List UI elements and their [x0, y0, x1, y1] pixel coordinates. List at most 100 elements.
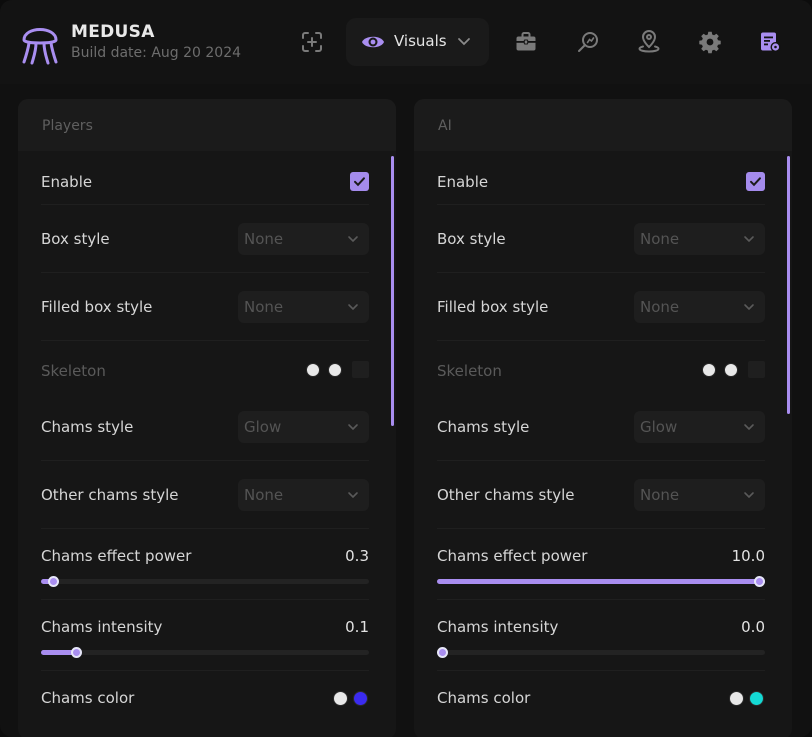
chams-color-picker[interactable] [729, 691, 744, 706]
filled-box-style-select[interactable]: None [634, 291, 765, 323]
config-list-icon[interactable] [755, 27, 785, 57]
chams-style-select[interactable]: Glow [238, 411, 369, 443]
build-date: Build date: Aug 20 2024 [71, 45, 242, 61]
chevron-down-icon [458, 38, 470, 46]
enable-row: Enable [41, 171, 369, 201]
chams-effect-power-value: 0.3 [345, 547, 369, 565]
divider [41, 670, 369, 671]
gear-icon[interactable] [695, 27, 725, 57]
enable-label: Enable [437, 173, 489, 191]
slider-handle[interactable] [754, 576, 765, 587]
divider [437, 670, 765, 671]
ai-panel: AI Enable Box style None Filled box styl… [414, 99, 792, 737]
other-chams-style-select[interactable]: None [634, 479, 765, 511]
chams-intensity-slider[interactable] [437, 647, 765, 658]
chams-effect-power-row: Chams effect power 10.0 [437, 545, 765, 587]
skeleton-color-picker[interactable] [702, 363, 716, 377]
panel-title: Players [42, 118, 93, 134]
chams-effect-power-value: 10.0 [731, 547, 765, 565]
divider [437, 460, 765, 461]
box-style-label: Box style [437, 230, 506, 248]
visuals-tab-dropdown[interactable]: Visuals [346, 18, 489, 66]
radar-search-icon[interactable] [573, 27, 603, 57]
chams-occluded-color-picker[interactable] [749, 691, 764, 706]
scrollbar[interactable] [391, 156, 394, 426]
enable-checkbox[interactable] [350, 172, 369, 191]
other-chams-style-value: None [244, 486, 284, 504]
filled-box-style-label: Filled box style [437, 298, 549, 316]
skeleton-occluded-color-picker[interactable] [328, 363, 342, 377]
chams-effect-power-slider[interactable] [437, 576, 765, 587]
filled-box-style-label: Filled box style [41, 298, 153, 316]
chams-occluded-color-picker[interactable] [353, 691, 368, 706]
divider [41, 204, 369, 205]
skeleton-row: Skeleton [41, 359, 369, 383]
skeleton-toggle[interactable] [352, 361, 369, 378]
scrollbar[interactable] [787, 156, 790, 414]
divider [437, 272, 765, 273]
divider [437, 599, 765, 600]
panel-header: AI [414, 99, 792, 151]
chams-intensity-label: Chams intensity [437, 618, 559, 636]
divider [41, 340, 369, 341]
briefcase-icon[interactable] [511, 27, 541, 57]
box-style-select[interactable]: None [238, 223, 369, 255]
chams-effect-power-slider[interactable] [41, 576, 369, 587]
chams-intensity-row: Chams intensity 0.0 [437, 616, 765, 658]
skeleton-toggle[interactable] [748, 361, 765, 378]
enable-label: Enable [41, 173, 93, 191]
enable-checkbox[interactable] [746, 172, 765, 191]
chevron-down-icon [348, 304, 358, 311]
other-chams-style-label: Other chams style [437, 486, 575, 504]
divider [437, 204, 765, 205]
skeleton-row: Skeleton [437, 359, 765, 383]
chevron-down-icon [744, 424, 754, 431]
chams-style-label: Chams style [437, 418, 530, 436]
chams-color-row: Chams color [41, 689, 369, 713]
skeleton-label: Skeleton [41, 362, 106, 380]
box-style-value: None [244, 230, 284, 248]
filled-box-style-value: None [244, 298, 284, 316]
box-style-select[interactable]: None [634, 223, 765, 255]
filled-box-style-row: Filled box style None [41, 291, 369, 323]
panel-title: AI [438, 118, 452, 134]
divider [41, 460, 369, 461]
chams-style-row: Chams style Glow [437, 411, 765, 443]
map-pin-icon[interactable] [634, 27, 664, 57]
chams-intensity-value: 0.0 [741, 618, 765, 636]
chams-style-label: Chams style [41, 418, 134, 436]
chams-color-row: Chams color [437, 689, 765, 713]
chams-color-label: Chams color [41, 689, 135, 707]
chams-intensity-slider[interactable] [41, 647, 369, 658]
skeleton-label: Skeleton [437, 362, 502, 380]
skeleton-color-picker[interactable] [306, 363, 320, 377]
add-target-icon[interactable] [297, 27, 327, 57]
other-chams-style-row: Other chams style None [41, 479, 369, 511]
box-style-row: Box style None [41, 223, 369, 255]
divider [41, 528, 369, 529]
visuals-tab-label: Visuals [394, 32, 447, 50]
divider [437, 340, 765, 341]
chams-effect-power-label: Chams effect power [41, 547, 192, 565]
app-window: MEDUSA Build date: Aug 20 2024 Visuals P… [0, 0, 812, 737]
chevron-down-icon [744, 492, 754, 499]
divider [41, 599, 369, 600]
chams-color-picker[interactable] [333, 691, 348, 706]
chams-intensity-label: Chams intensity [41, 618, 163, 636]
chevron-down-icon [348, 424, 358, 431]
chams-style-select[interactable]: Glow [634, 411, 765, 443]
chams-effect-power-row: Chams effect power 0.3 [41, 545, 369, 587]
slider-handle[interactable] [437, 647, 448, 658]
box-style-label: Box style [41, 230, 110, 248]
skeleton-occluded-color-picker[interactable] [724, 363, 738, 377]
players-panel: Players Enable Box style None Filled box… [18, 99, 396, 737]
header-bar: MEDUSA Build date: Aug 20 2024 Visuals [0, 0, 812, 84]
other-chams-style-select[interactable]: None [238, 479, 369, 511]
other-chams-style-label: Other chams style [41, 486, 179, 504]
filled-box-style-select[interactable]: None [238, 291, 369, 323]
slider-handle[interactable] [47, 576, 59, 587]
slider-handle[interactable] [70, 647, 82, 658]
slider-fill [437, 579, 765, 584]
slider-fill [41, 650, 74, 655]
chams-style-row: Chams style Glow [41, 411, 369, 443]
